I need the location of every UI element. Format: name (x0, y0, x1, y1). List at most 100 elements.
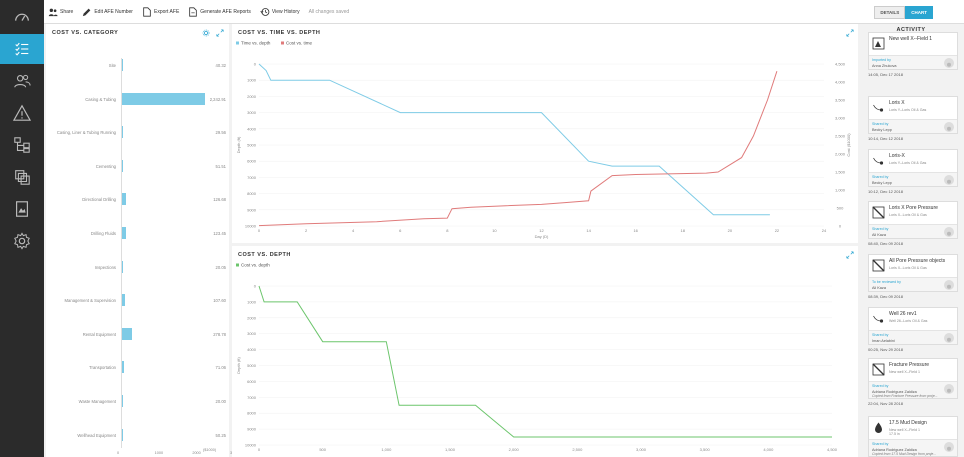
series-cost-vs-depth (258, 285, 832, 438)
view-history-button[interactable]: View History (260, 7, 300, 17)
activity-item-user: Adriana Rodriguez Zaldiza (872, 447, 917, 452)
gear-icon[interactable] (202, 29, 210, 37)
history-icon (260, 7, 270, 16)
chart-tab[interactable]: CHART (905, 6, 933, 19)
pressure-chart-icon (872, 206, 885, 219)
y-tick-label: 5000 (247, 363, 257, 368)
y-right-tick-label: 500 (837, 206, 844, 211)
x-tick-label: 12 (539, 228, 544, 233)
checklist-icon (15, 42, 29, 56)
avatar (944, 384, 954, 394)
pressure-chart-icon (872, 363, 885, 376)
activity-card[interactable]: Well 26 rev1 Well 26--Loris Oil & Gas Sh… (868, 307, 958, 345)
category-value: 107.60 (213, 298, 226, 304)
category-label: Waste Management (78, 399, 116, 404)
y-right-tick-label: 2,000 (835, 152, 846, 157)
activity-item-subtitle: Well 26--Loris Oil & Gas (889, 319, 928, 323)
x-tick-label: 4,500 (827, 447, 838, 452)
y-left-tick-label: 0 (254, 62, 257, 67)
nav-warnings[interactable] (0, 98, 44, 128)
category-value: 50.25 (215, 432, 226, 438)
pressure-chart-icon (872, 259, 885, 272)
activity-item-name: Loris X (889, 100, 905, 106)
nav-hierarchy[interactable] (0, 130, 44, 160)
activity-item-name: Fracture Pressure (889, 362, 930, 368)
activity-item-role: Shared by (872, 384, 889, 388)
nav-layers[interactable] (0, 162, 44, 192)
cost-category-title: COST VS. CATEGORY (52, 30, 119, 36)
legend-swatch-depth (236, 263, 239, 267)
activity-card[interactable]: Fracture Pressure New well X--Field 1 Sh… (868, 358, 958, 399)
well-path-icon (873, 157, 884, 165)
avatar (944, 122, 954, 132)
activity-item-subtitle: Loris Y--Loris Oil & Gas (889, 108, 927, 112)
activity-card[interactable]: Loris X Pore Pressure Loris X--Loris Oil… (868, 201, 958, 239)
activity-item-user: Iman Aelabini (872, 338, 895, 343)
document-icon (16, 201, 28, 217)
activity-item-name: Loris X Pore Pressure (889, 205, 938, 211)
y-left-tick-label: 3000 (247, 110, 257, 115)
pencil-icon (83, 8, 91, 16)
nav-users[interactable] (0, 66, 44, 96)
y-left-tick-label: 6000 (247, 159, 257, 164)
y-left-tick-label: 2000 (247, 94, 257, 99)
x-tick-label: 20 (728, 228, 733, 233)
activity-item-name: Well 26 rev1 (889, 311, 917, 317)
well-path-icon (873, 104, 884, 112)
activity-item-name: New well X--Field 1 (889, 36, 933, 42)
y-tick-label: 6000 (247, 379, 257, 384)
y-left-tick-label: 4000 (247, 126, 257, 131)
generate-reports-button[interactable]: Generate AFE Reports (188, 6, 251, 17)
activity-item-role: Shared by (872, 122, 889, 126)
y-tick-label: 10000 (245, 443, 257, 448)
category-label: Cementing (95, 163, 116, 169)
expand-icon[interactable] (216, 29, 224, 37)
x-tick-label: 1000 (154, 451, 164, 455)
category-value: 126.68 (213, 197, 226, 203)
nav-settings[interactable] (0, 226, 44, 256)
details-tab[interactable]: DETAILS (874, 6, 906, 19)
activity-item-subtitle: Loris Y--Loris Oil & Gas (889, 161, 927, 165)
avatar (944, 280, 954, 290)
category-label: Casing & Tubing (85, 96, 116, 102)
share-button[interactable]: Share (48, 7, 73, 17)
category-bar (121, 92, 206, 105)
nav-dashboard[interactable] (0, 2, 44, 32)
y-left-tick-label: 8000 (247, 191, 257, 196)
export-afe-button[interactable]: Export AFE (142, 6, 179, 17)
x-tick-label: 16 (633, 228, 638, 233)
y-tick-label: 7000 (247, 395, 257, 400)
activity-item-time: 00:25, Nov 29 2018 (868, 347, 903, 352)
avatar (944, 333, 954, 343)
y-left-tick-label: 1000 (247, 78, 257, 83)
activity-card[interactable]: All Pore Pressure objects Loris X--Loris… (868, 254, 958, 292)
y-right-axis-label: Cost ($1000) (846, 133, 851, 157)
y-right-tick-label: 3,000 (835, 116, 846, 121)
edit-afe-button[interactable]: Edit AFE Number (82, 7, 133, 17)
activity-item-role: Shared by (872, 442, 889, 446)
nav-checklist[interactable] (0, 34, 44, 64)
activity-card[interactable]: New well X--Field 1 Imported by Anna Zhu… (868, 32, 958, 70)
avatar (944, 227, 954, 237)
report-icon (189, 6, 198, 17)
hierarchy-icon (14, 137, 30, 153)
view-history-label: View History (271, 8, 300, 15)
activity-card[interactable]: Loris X Loris Y--Loris Oil & Gas Shared … (868, 96, 958, 134)
x-tick-label: 8 (446, 228, 449, 233)
x-axis-label: Day (D) (535, 234, 549, 239)
activity-item-subtitle: New well X--Field 1 (889, 370, 920, 374)
y-right-tick-label: 4,500 (835, 62, 846, 67)
activity-card[interactable]: Loris-X Loris Y--Loris Oil & Gas Shared … (868, 149, 958, 187)
nav-documents[interactable] (0, 194, 44, 224)
category-label: Transportation (89, 365, 116, 371)
x-tick-label: 6 (399, 228, 402, 233)
y-left-tick-label: 10000 (245, 224, 257, 229)
y-left-axis-label: Depth (ft) (236, 136, 241, 153)
cost-time-depth-panel: COST VS. TIME VS. DEPTH Time vs. depth Co… (232, 24, 858, 243)
activity-item-role: Shared by (872, 333, 889, 337)
y-right-tick-label: 2,500 (835, 134, 846, 139)
activity-item-user: Adriana Rodriguez Zaldiza (872, 389, 917, 394)
activity-card[interactable]: 17.5 Mud Design New well X--Field 1 17.5… (868, 416, 958, 457)
x-tick-label: 2000 (192, 451, 201, 455)
category-label: Drilling Fluids (90, 231, 116, 236)
